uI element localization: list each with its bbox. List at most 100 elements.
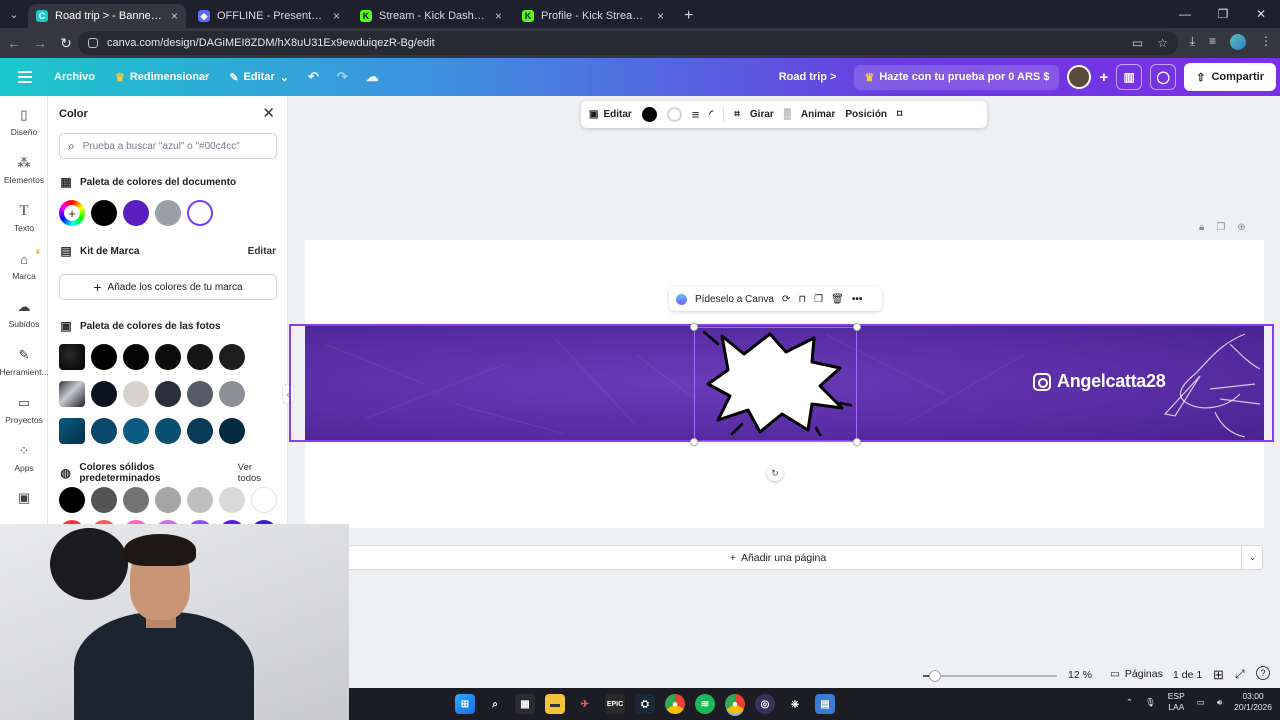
spotify-icon[interactable]: ≋ [695,694,715,714]
browser-menu-icon[interactable]: ⋮ [1260,34,1272,50]
minimize-icon[interactable]: — [1166,0,1204,28]
grid-view-icon[interactable]: ⊞ [1213,667,1224,683]
corner-rounding-icon[interactable]: ◜ [709,109,713,120]
help-icon[interactable]: ? [1256,666,1270,680]
color-swatch[interactable] [155,381,181,407]
transparency-icon[interactable]: ▒ [784,109,791,120]
add-page-button[interactable]: + Añadir una página [293,545,1263,570]
rail-item-apps[interactable]: ⁘ Apps [0,434,48,482]
instagram-handle[interactable]: Angelcatta28 [1033,371,1166,392]
color-swatch[interactable] [187,487,213,513]
color-swatch[interactable] [187,418,213,444]
color-swatch[interactable] [187,344,213,370]
app-icon[interactable]: ▤ [815,694,835,714]
edit-mode-button[interactable]: ✎ Editar ⌄ [219,71,299,84]
close-panel-icon[interactable]: ✕ [262,104,275,122]
color-swatch[interactable] [123,487,149,513]
color-swatch[interactable] [123,381,149,407]
rail-item-projects[interactable]: ▭ Proyectos [0,386,48,434]
comments-icon[interactable]: ◯ [1150,64,1177,90]
paint-format-icon[interactable]: ⌑ [897,109,902,120]
color-swatch[interactable] [123,344,149,370]
insights-chart-icon[interactable]: ▥ [1116,64,1143,90]
tab-kick-profile[interactable]: K Profile - Kick Streaming × [514,4,672,28]
rail-item-elements[interactable]: ⁂ Elementos [0,146,48,194]
color-search-input[interactable] [82,140,268,152]
tab-offline[interactable]: ◆ OFFLINE - Presentación × [190,4,348,28]
user-avatar[interactable] [1067,65,1092,89]
forward-arrow-icon[interactable]: → [28,35,52,51]
resize-button[interactable]: ♛ Redimensionar [105,71,219,84]
border-style-icon[interactable]: ≡ [692,107,700,122]
back-arrow-icon[interactable]: ← [2,35,26,51]
file-menu-button[interactable]: Archivo [44,71,105,83]
lock-page-icon[interactable]: 🔒︎ [1199,222,1204,233]
color-search-box[interactable]: ⌕ [59,133,277,159]
chrome-active-icon[interactable]: ● [725,694,745,714]
color-swatch[interactable] [219,418,245,444]
crop-icon[interactable]: ⌗ [734,109,740,120]
obs-icon[interactable]: ◎ [755,694,775,714]
store-icon[interactable]: ▦ [515,694,535,714]
rail-item-brand[interactable]: ♛ ⌂ Marca [0,242,48,290]
position-button[interactable]: Posición [845,109,887,120]
steam-icon[interactable]: ⛭ [635,694,655,714]
download-icon[interactable]: ⤓ [1190,34,1195,50]
fullscreen-icon[interactable]: ⤢ [1235,667,1245,682]
tab-search-chevron-icon[interactable]: ⌄ [0,0,28,28]
app-icon[interactable]: ⎈ [785,694,805,714]
color-swatch[interactable] [59,487,85,513]
color-swatch[interactable] [219,487,245,513]
color-swatch[interactable] [123,200,149,226]
trial-button[interactable]: ♛ Hazte con tu prueba por 0 ARS $ [854,64,1060,90]
microphone-icon[interactable]: 🎙︎ [1145,697,1156,708]
rotate-handle-icon[interactable]: ↻ [767,465,783,481]
project-title-button[interactable]: Road trip > [769,71,847,83]
tab-canva[interactable]: C Road trip > - Banner de exterior × [28,4,186,28]
color-swatch-selected[interactable] [187,200,213,226]
see-all-link[interactable]: Ver todos [238,462,276,484]
search-icon[interactable]: ⌕ [485,694,505,714]
windows-start-icon[interactable]: ⊞ [455,694,475,714]
ask-canva-button[interactable]: Pídeselo a Canva [695,294,774,305]
color-swatch[interactable] [219,344,245,370]
delete-icon[interactable]: 🗑︎ [831,294,844,305]
share-button[interactable]: ⇧ Compartir [1184,63,1276,91]
chrome-icon[interactable]: ● [665,694,685,714]
pages-button[interactable]: ▭ Páginas [1110,668,1163,680]
add-color-swatch[interactable]: + [59,200,85,226]
color-swatch[interactable] [155,344,181,370]
color-swatch[interactable] [187,381,213,407]
language-indicator[interactable]: ESP LAA [1168,691,1185,713]
redo-icon[interactable]: ↷ [328,69,357,85]
bookmark-star-icon[interactable]: ☆ [1157,36,1168,50]
animate-button[interactable]: Animar [801,109,835,120]
color-swatch[interactable] [155,418,181,444]
color-swatch[interactable] [91,487,117,513]
lock-icon[interactable]: ⊓ [798,294,806,305]
flip-button[interactable]: Girar [750,109,774,120]
volume-icon[interactable]: 🔊︎ [1217,697,1222,708]
tab-close-icon[interactable]: × [333,9,340,23]
rail-item-photos[interactable]: ▣ [0,482,48,514]
add-brand-colors-button[interactable]: + Añade los colores de tu marca [59,274,277,300]
duplicate-icon[interactable]: ❐ [814,294,823,305]
resize-handle[interactable] [690,438,698,446]
tray-overflow-icon[interactable]: ⌃ [1126,697,1133,708]
color-swatch[interactable] [91,200,117,226]
network-icon[interactable]: ▭ [1197,697,1205,708]
color-swatch[interactable] [251,487,277,513]
tab-close-icon[interactable]: × [171,9,178,23]
resize-handle[interactable] [690,323,698,331]
fill-color-swatch[interactable] [666,107,682,122]
rail-item-tools[interactable]: ✎ Herramient... [0,338,49,386]
rail-item-uploads[interactable]: ☁ Subidos [0,290,48,338]
photo-thumbnail[interactable] [59,344,85,370]
hamburger-menu-icon[interactable] [18,71,32,83]
cloud-saved-icon[interactable]: ☁ [357,69,388,85]
epic-games-icon[interactable]: EPIC [605,694,625,714]
url-field[interactable]: canva.com/design/DAGiMEI8ZDM/hX8uU31Ex9e… [78,31,1178,55]
tab-kick-stream[interactable]: K Stream - Kick Dashboard × [352,4,510,28]
stroke-color-swatch[interactable] [641,107,657,122]
edit-image-button[interactable]: ▣ Editar [589,109,632,120]
